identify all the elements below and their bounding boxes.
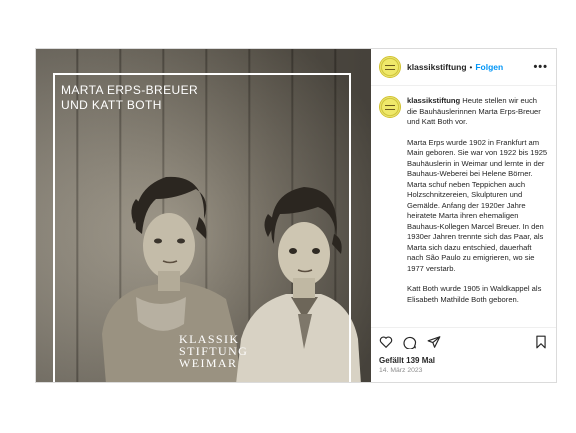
header-username[interactable]: klassikstiftung: [407, 62, 467, 72]
separator-dot: •: [469, 62, 473, 72]
avatar[interactable]: [379, 56, 401, 78]
action-bar: [371, 327, 556, 355]
share-icon[interactable]: [427, 335, 441, 349]
caption-paragraph-3: Katt Both wurde 1905 in Waldkappel als E…: [407, 284, 542, 304]
post-caption: klassikstiftung Heute stellen wir euch d…: [407, 96, 548, 327]
caption-username[interactable]: klassikstiftung: [407, 96, 460, 105]
caption-area: klassikstiftung Heute stellen wir euch d…: [371, 86, 556, 327]
follow-button[interactable]: Folgen: [475, 62, 503, 72]
heart-icon[interactable]: [379, 335, 393, 349]
caption-intro: klassikstiftung Heute stellen wir euch d…: [407, 96, 548, 128]
post-image[interactable]: MARTA ERPS-BREUER UND KATT BOTH KLASSIK …: [36, 49, 371, 382]
comment-icon[interactable]: [403, 335, 417, 349]
caption-avatar[interactable]: [379, 96, 401, 118]
post-date: 14. März 2023: [379, 367, 423, 374]
logo-line-3: WEIMAR: [179, 356, 238, 370]
image-overlay-title: MARTA ERPS-BREUER UND KATT BOTH: [61, 83, 198, 113]
more-options-icon[interactable]: •••: [533, 61, 548, 73]
likes-count[interactable]: Gefällt 139 Mal: [371, 356, 556, 365]
bookmark-icon[interactable]: [534, 335, 548, 349]
instagram-post: MARTA ERPS-BREUER UND KATT BOTH KLASSIK …: [35, 48, 557, 383]
overlay-title-line-1: MARTA ERPS-BREUER: [61, 83, 199, 97]
post-header: klassikstiftung • Folgen •••: [371, 49, 556, 86]
klassik-stiftung-logo: KLASSIK STIFTUNG WEIMAR: [179, 333, 248, 369]
post-side-panel: klassikstiftung • Folgen ••• klassikstif…: [371, 49, 556, 382]
overlay-title-line-2: UND KATT BOTH: [61, 98, 162, 112]
caption-paragraph-2: Marta Erps wurde 1902 in Frankfurt am Ma…: [407, 137, 548, 273]
